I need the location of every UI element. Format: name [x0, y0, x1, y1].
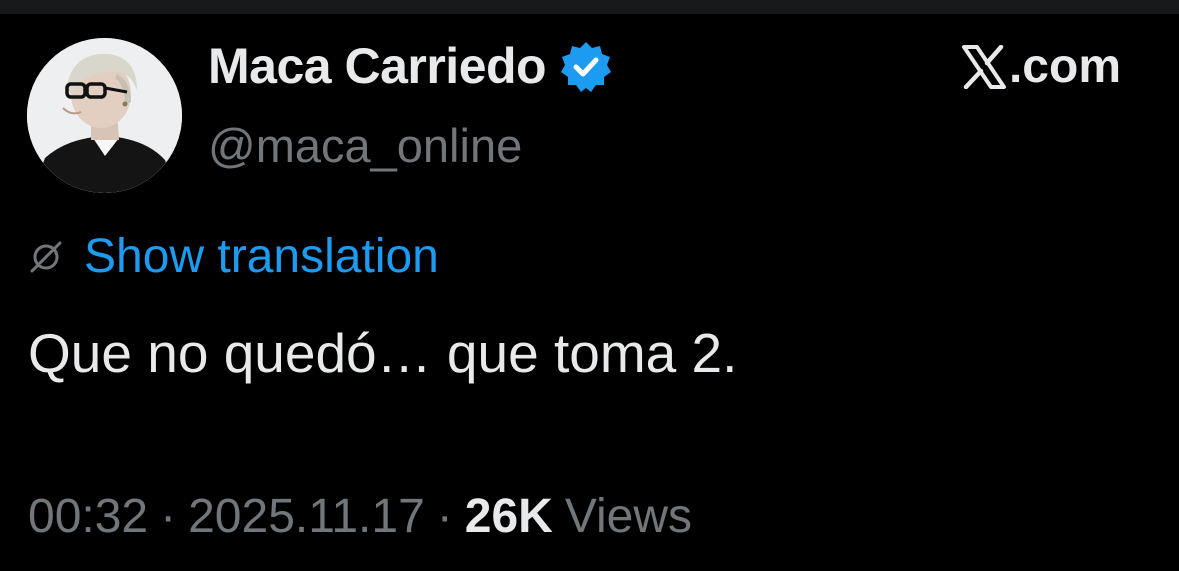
display-name-text[interactable]: Maca Carriedo — [208, 36, 547, 96]
brand-logo: .com — [961, 38, 1121, 96]
verified-badge-icon[interactable] — [558, 39, 614, 95]
views-label[interactable]: Views — [565, 488, 692, 546]
author-handle[interactable]: @maca_online — [208, 117, 522, 175]
show-translation-link[interactable]: Show translation — [84, 228, 439, 286]
tweet-text: Que no quedó… que toma 2. — [28, 322, 738, 384]
tweet-time[interactable]: 00:32 — [28, 488, 148, 546]
views-count[interactable]: 26K — [465, 488, 553, 546]
tweet-meta: 00:32 · 2025.11.17 · 26K Views — [28, 488, 692, 546]
avatar[interactable] — [27, 38, 182, 193]
tweet-date[interactable]: 2025.11.17 — [188, 488, 425, 546]
author-display-name[interactable]: Maca Carriedo — [208, 36, 614, 96]
meta-separator: · — [436, 490, 453, 543]
globe-icon — [28, 239, 64, 275]
x-logo-icon — [961, 44, 1007, 90]
translation-row[interactable]: Show translation — [28, 228, 439, 286]
top-edge-strip — [0, 0, 1179, 14]
meta-separator: · — [160, 490, 177, 543]
avatar-photo-icon — [27, 38, 182, 193]
brand-domain-text: .com — [1008, 40, 1121, 93]
